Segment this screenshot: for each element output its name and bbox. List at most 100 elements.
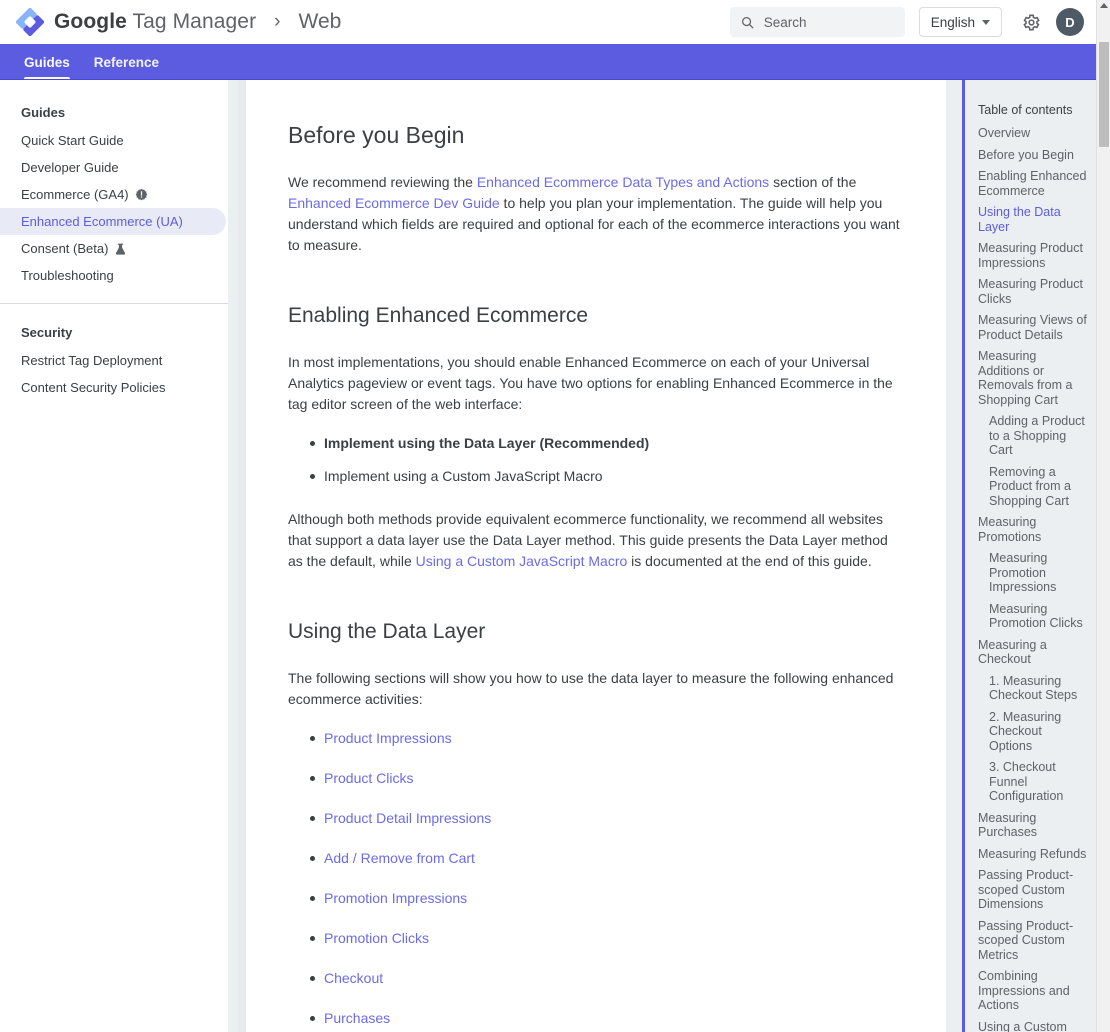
new-badge-icon <box>135 188 147 201</box>
tab-reference-label: Reference <box>93 54 160 70</box>
list-item: Promotion Impressions <box>310 888 906 909</box>
gtm-diamond-logo-icon <box>16 8 44 36</box>
link-product-detail-impressions[interactable]: Product Detail Impressions <box>324 810 491 826</box>
toc-item-before-you-begin[interactable]: Before you Begin <box>978 148 1088 163</box>
toc-item-measuring-product-clicks[interactable]: Measuring Product Clicks <box>978 277 1088 306</box>
sidebar-item-label: Restrict Tag Deployment <box>21 353 163 368</box>
nav-bottom-rule <box>0 79 1096 80</box>
list-item: Product Clicks <box>310 768 906 789</box>
sidebar-heading-guides: Guides <box>21 105 66 120</box>
sidebar-item-troubleshooting[interactable]: Troubleshooting <box>0 262 226 289</box>
text-fragment: section of the <box>769 174 857 190</box>
sidebar-item-label: Troubleshooting <box>21 268 114 283</box>
sidebar-heading-security: Security <box>21 325 73 340</box>
link-using-custom-js-macro[interactable]: Using a Custom JavaScript Macro <box>416 553 628 569</box>
sidebar-item-label: Quick Start Guide <box>21 133 124 148</box>
link-checkout[interactable]: Checkout <box>324 970 383 986</box>
tab-guides-label: Guides <box>24 54 70 70</box>
link-purchases[interactable]: Purchases <box>324 1010 390 1026</box>
toc-item-measuring-views-of-product-details[interactable]: Measuring Views of Product Details <box>978 313 1088 342</box>
brand-google: Google <box>54 10 127 33</box>
text-fragment: is documented at the end of this guide. <box>627 553 872 569</box>
text-fragment: We recommend reviewing the <box>288 174 477 190</box>
settings-button[interactable] <box>1016 8 1044 36</box>
site-header: Google Tag Manager › Web Search English … <box>0 0 1096 44</box>
list-item: Product Impressions <box>310 728 906 749</box>
sidebar-item-label: Ecommerce (GA4) <box>21 187 129 202</box>
heading-enabling-enhanced-ecommerce: Enabling Enhanced Ecommerce <box>288 304 589 327</box>
list-item: Add / Remove from Cart <box>310 848 906 869</box>
list-item: Implement using a Custom JavaScript Macr… <box>310 466 906 487</box>
link-product-clicks[interactable]: Product Clicks <box>324 770 413 786</box>
toc-item-measuring-additions-or-removals[interactable]: Measuring Additions or Removals from a S… <box>978 349 1088 407</box>
sidebar-item-label: Consent (Beta) <box>21 241 109 256</box>
toc-item-enabling-enhanced-ecommerce[interactable]: Enabling Enhanced Ecommerce <box>978 169 1088 198</box>
sidebar-item-enhanced-ecommerce-ua[interactable]: Enhanced Ecommerce (UA) <box>0 208 226 235</box>
link-add-remove-from-cart[interactable]: Add / Remove from Cart <box>324 850 475 866</box>
search-placeholder: Search <box>763 14 807 30</box>
list-enabling-options: Implement using the Data Layer (Recommen… <box>288 433 906 487</box>
sidebar-divider <box>0 303 228 304</box>
list-data-layer-activities: Product Impressions Product Clicks Produ… <box>288 728 906 1032</box>
language-label: English <box>930 14 975 30</box>
toc-item-checkout-funnel-configuration[interactable]: 3. Checkout Funnel Configuration <box>978 760 1088 804</box>
toc-item-using-the-data-layer[interactable]: Using the Data Layer <box>978 205 1088 234</box>
link-promotion-impressions[interactable]: Promotion Impressions <box>324 890 467 906</box>
toc-item-overview[interactable]: Overview <box>978 126 1088 141</box>
link-promotion-clicks[interactable]: Promotion Clicks <box>324 930 429 946</box>
gear-icon <box>1022 14 1040 30</box>
toc-item-measuring-purchases[interactable]: Measuring Purchases <box>978 811 1088 840</box>
toc-item-measuring-promotion-clicks[interactable]: Measuring Promotion Clicks <box>978 602 1088 631</box>
toc-item-measuring-checkout-options[interactable]: 2. Measuring Checkout Options <box>978 710 1088 754</box>
page-root: Google Tag Manager › Web Search English … <box>0 0 1110 1032</box>
breadcrumb-product[interactable]: Web <box>299 10 342 34</box>
paragraph-enabling-intro: In most implementations, you should enab… <box>288 354 893 412</box>
sidebar-group-security: Security Restrict Tag Deployment Content… <box>0 318 228 401</box>
toc-title: Table of contents <box>978 103 1073 117</box>
sidebar-item-developer-guide[interactable]: Developer Guide <box>0 154 226 181</box>
chevron-down-icon <box>982 19 990 25</box>
toc-item-measuring-promotions[interactable]: Measuring Promotions <box>978 515 1088 544</box>
brand-tagmanager: Tag Manager <box>126 10 257 33</box>
sidebar-item-quick-start-guide[interactable]: Quick Start Guide <box>0 127 226 154</box>
sidebar-group-guides: Guides Quick Start Guide Developer Guide… <box>0 98 228 289</box>
toc-item-adding-a-product-to-cart[interactable]: Adding a Product to a Shopping Cart <box>978 414 1088 458</box>
link-ee-data-types-and-actions[interactable]: Enhanced Ecommerce Data Types and Action… <box>477 174 769 190</box>
language-selector[interactable]: English <box>918 7 1002 37</box>
toc-item-measuring-promotion-impressions[interactable]: Measuring Promotion Impressions <box>978 551 1088 595</box>
tab-guides[interactable]: Guides <box>12 44 82 80</box>
toc-panel: Table of contents Overview Before you Be… <box>946 80 1096 1032</box>
link-ee-dev-guide[interactable]: Enhanced Ecommerce Dev Guide <box>288 195 500 211</box>
vertical-scrollbar[interactable] <box>1096 0 1110 1032</box>
sidebar-item-ecommerce-ga4[interactable]: Ecommerce (GA4) <box>0 181 226 208</box>
sidebar-item-consent-beta[interactable]: Consent (Beta) <box>0 235 226 262</box>
toc-item-removing-a-product-from-cart[interactable]: Removing a Product from a Shopping Cart <box>978 465 1088 509</box>
list-item: Promotion Clicks <box>310 928 906 949</box>
paragraph-enabling-outro: Although both methods provide equivalent… <box>288 509 906 572</box>
search-icon <box>741 16 754 28</box>
toc-item-passing-product-scoped-custom-dimensions[interactable]: Passing Product-scoped Custom Dimensions <box>978 868 1088 912</box>
list-item: Purchases <box>310 1008 906 1029</box>
left-sidebar: Guides Quick Start Guide Developer Guide… <box>0 80 228 1032</box>
link-product-impressions[interactable]: Product Impressions <box>324 730 452 746</box>
list-item: Product Detail Impressions <box>310 808 906 829</box>
toc-item-measuring-product-impressions[interactable]: Measuring Product Impressions <box>978 241 1088 270</box>
toc-item-measuring-refunds[interactable]: Measuring Refunds <box>978 847 1088 862</box>
scroll-up-arrow-icon[interactable] <box>1100 3 1108 8</box>
brand-area[interactable]: Google Tag Manager › Web <box>16 8 341 36</box>
scroll-thumb[interactable] <box>1099 42 1109 147</box>
toc-item-measuring-checkout-steps[interactable]: 1. Measuring Checkout Steps <box>978 674 1088 703</box>
sidebar-item-restrict-tag-deployment[interactable]: Restrict Tag Deployment <box>0 347 226 374</box>
paragraph-before-you-begin: We recommend reviewing the Enhanced Ecom… <box>288 172 906 256</box>
toc-item-passing-product-scoped-custom-metrics[interactable]: Passing Product-scoped Custom Metrics <box>978 919 1088 963</box>
avatar[interactable]: D <box>1056 8 1084 36</box>
sidebar-item-label: Enhanced Ecommerce (UA) <box>21 214 183 229</box>
sidebar-item-content-security-policies[interactable]: Content Security Policies <box>0 374 226 401</box>
toc-item-measuring-a-checkout[interactable]: Measuring a Checkout <box>978 638 1088 667</box>
toc-item-combining-impressions-and-actions[interactable]: Combining Impressions and Actions <box>978 969 1088 1013</box>
toc-item-using-a-custom-javascript-macro[interactable]: Using a Custom JavaScript Macro <box>978 1020 1088 1032</box>
tab-reference[interactable]: Reference <box>82 44 171 80</box>
heading-before-you-begin: Before you Begin <box>288 122 465 148</box>
search-box[interactable]: Search <box>729 7 905 37</box>
sidebar-gutter <box>228 80 246 1032</box>
